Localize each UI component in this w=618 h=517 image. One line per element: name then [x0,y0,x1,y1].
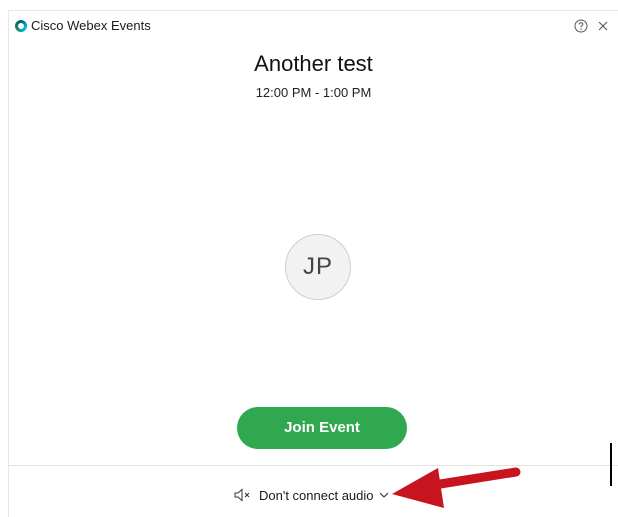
event-title: Another test [254,51,373,76]
webex-logo-icon [15,20,27,32]
app-title: Cisco Webex Events [31,18,151,33]
event-time: 12:00 PM - 1:00 PM [255,85,372,100]
help-icon[interactable] [574,19,588,33]
avatar: JP [285,234,351,300]
close-icon[interactable] [596,19,610,33]
speaker-muted-icon [234,488,250,502]
chevron-down-icon [379,492,388,498]
audio-selection-label: Don't connect audio [259,487,374,503]
title-bar: Cisco Webex Events [9,11,618,41]
audio-connection-dropdown[interactable]: Don't connect audio [233,485,389,505]
annotation-arrow-icon [392,467,521,508]
divider [9,465,618,466]
join-event-button[interactable]: Join Event [237,407,407,449]
webex-window: Cisco Webex Events Another test 12:00 PM… [8,10,618,517]
text-cursor-line [610,443,612,486]
